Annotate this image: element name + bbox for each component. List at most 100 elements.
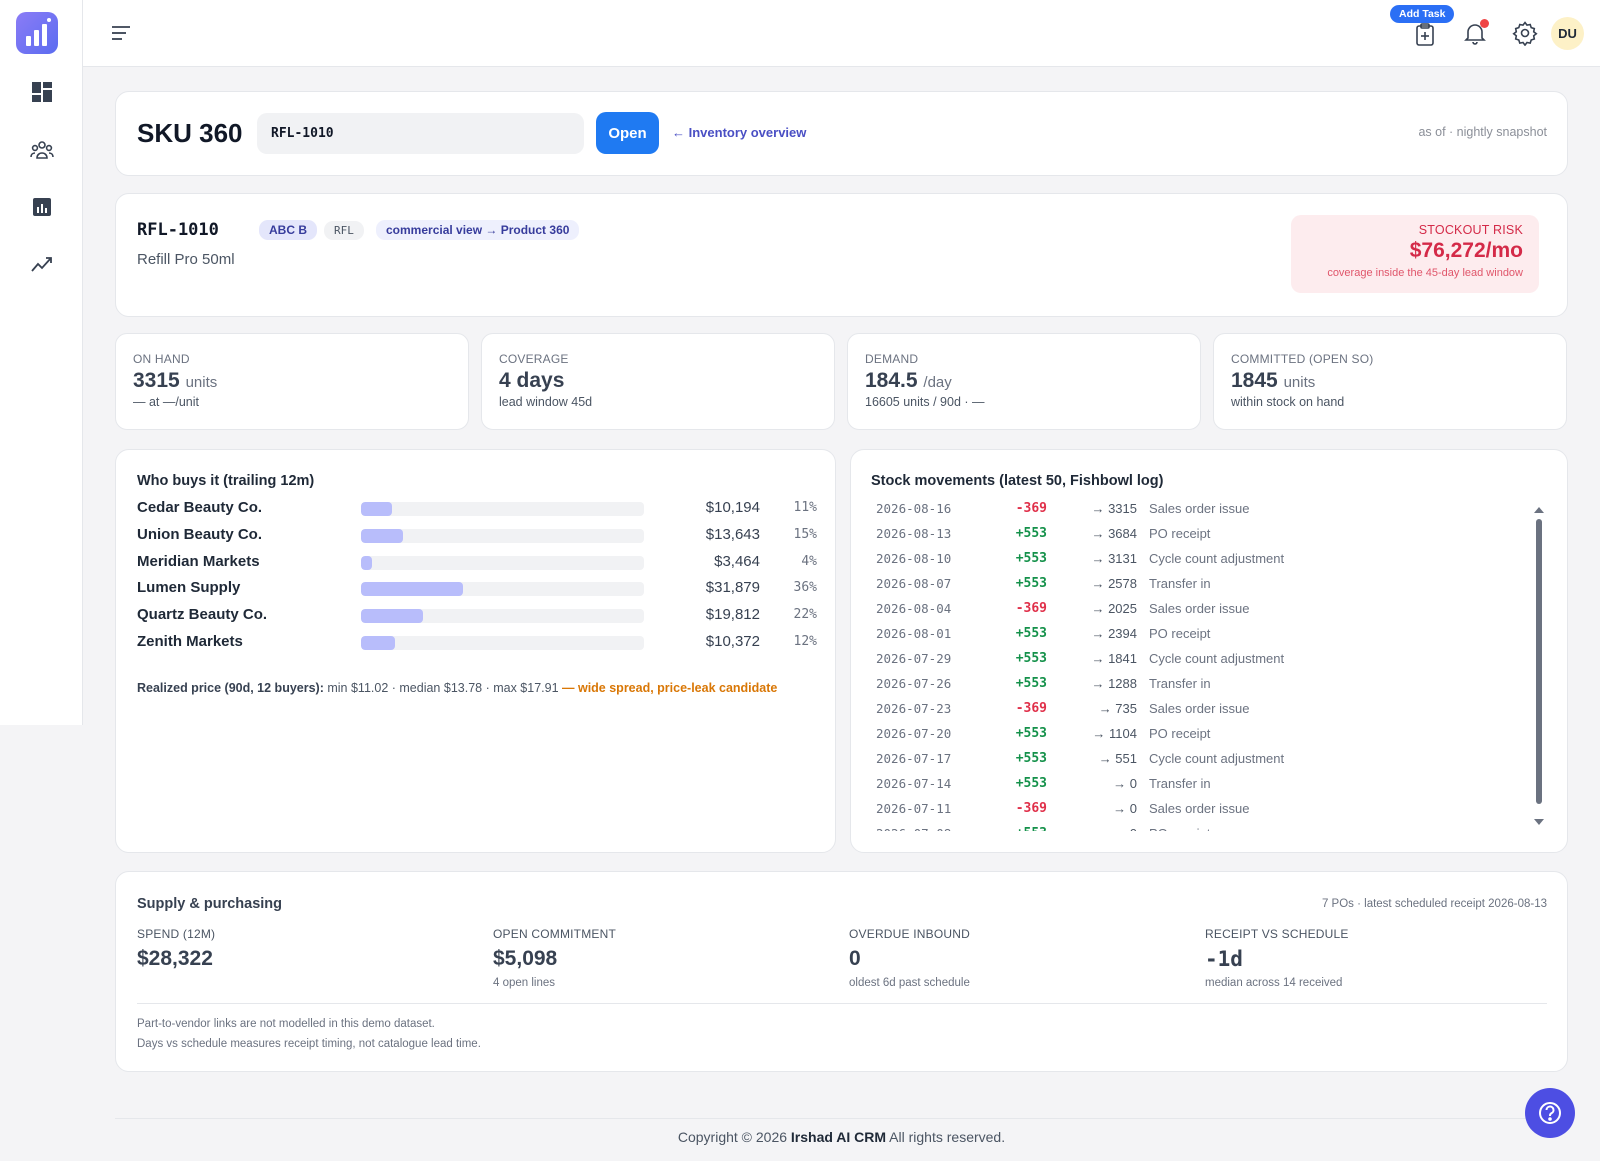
- movement-date: 2026-07-11: [876, 801, 952, 816]
- buyer-share-bar: [361, 636, 395, 650]
- movement-date: 2026-08-07: [876, 576, 952, 591]
- movement-date: 2026-07-14: [876, 776, 952, 791]
- movement-row: 2026-07-20 +553 → 1104 PO receipt: [871, 722, 1519, 747]
- kpi-value: 4 days: [499, 369, 565, 392]
- stockout-risk-note: coverage inside the 45-day lead window: [1327, 267, 1523, 279]
- buyer-share-track: [361, 502, 644, 516]
- buyer-share-track: [361, 582, 644, 597]
- buyer-share-track: [361, 636, 644, 650]
- movement-date: 2026-07-08: [876, 826, 951, 831]
- metric-label: OPEN COMMITMENT: [493, 927, 616, 941]
- movement-qty: +553: [1015, 526, 1047, 541]
- buyer-amount: $10,372: [705, 633, 760, 650]
- buyer-share-bar: [361, 502, 393, 516]
- app-logo[interactable]: [16, 12, 58, 54]
- kpi-value: 3315: [133, 369, 180, 392]
- kpi-label: COVERAGE: [499, 352, 569, 366]
- kpi-sub: — at —/unit: [133, 395, 199, 409]
- menu-icon[interactable]: [110, 22, 132, 44]
- add-task-badge[interactable]: Add Task: [1390, 5, 1455, 23]
- movement-type: Cycle count adjustment: [1149, 651, 1285, 666]
- movement-type: PO receipt: [1149, 826, 1210, 831]
- movement-row: 2026-07-11 -369 → 0 Sales order issue: [871, 797, 1519, 822]
- supply-summary: 7 POs · latest scheduled receipt 2026-08…: [1321, 898, 1547, 910]
- buyer-row[interactable]: Quartz Beauty Co. $19,812 22%: [137, 606, 817, 626]
- buyer-row[interactable]: Meridian Markets $3,464 4%: [137, 553, 817, 573]
- buyer-name: Cedar Beauty Co.: [137, 499, 263, 516]
- buyer-row[interactable]: Zenith Markets $10,372 12%: [137, 633, 817, 653]
- movement-qty: +553: [1015, 676, 1047, 691]
- stockout-risk-panel: STOCKOUT RISK $76,272/mo coverage inside…: [1291, 215, 1539, 293]
- movement-row: 2026-08-10 +553 → 3131 Cycle count adjustme…: [871, 547, 1519, 572]
- product-sku: RFL-1010: [137, 220, 219, 240]
- movement-row: 2026-07-08 +553 → 0 PO receipt: [871, 822, 1519, 831]
- kpi-sub: 16605 units / 90d · —: [865, 395, 985, 409]
- buyer-name: Zenith Markets: [137, 633, 243, 650]
- bar-chart-logo-icon: [26, 18, 51, 46]
- movement-type: Sales order issue: [1149, 801, 1250, 816]
- receipt-vs-schedule-metric: RECEIPT VS SCHEDULE -1d median across 14…: [1205, 927, 1535, 989]
- dashboard-icon[interactable]: [29, 79, 55, 105]
- reports-icon[interactable]: [29, 194, 55, 220]
- buyer-name: Meridian Markets: [137, 552, 260, 570]
- movement-type: Sales order issue: [1149, 601, 1250, 616]
- buyer-amount: $31,879: [705, 579, 760, 597]
- user-avatar[interactable]: DU: [1551, 17, 1584, 50]
- movement-qty: -369: [1015, 601, 1047, 616]
- movement-balance: → 3315: [1091, 501, 1137, 516]
- kpi-sub: lead window 45d: [499, 395, 593, 409]
- footer-brand: Irshad AI CRM: [790, 1129, 887, 1145]
- gear-icon[interactable]: [1512, 20, 1538, 46]
- product-name: Refill Pro 50ml: [137, 251, 235, 268]
- page-title: SKU 360: [137, 118, 243, 148]
- buyer-row[interactable]: Cedar Beauty Co. $10,194 11%: [137, 499, 817, 519]
- movements-scrollbar[interactable]: [1532, 505, 1546, 835]
- buyer-percent: 36%: [793, 580, 817, 596]
- kpi-value: 184.5: [865, 369, 918, 392]
- stockout-risk-value: $76,272/mo: [1409, 239, 1523, 262]
- buyer-share-track: [361, 555, 644, 570]
- movement-date: 2026-08-13: [876, 526, 952, 541]
- customers-icon[interactable]: [29, 137, 55, 163]
- clipboard-add-icon[interactable]: [1412, 22, 1438, 48]
- movement-balance: → 1841: [1091, 651, 1137, 666]
- movement-date: 2026-07-17: [876, 751, 952, 766]
- buyer-row[interactable]: Union Beauty Co. $13,643 15%: [137, 526, 817, 546]
- inventory-overview-link[interactable]: ← Inventory overview: [672, 125, 806, 140]
- movement-qty: +553: [1015, 776, 1047, 791]
- movement-balance: → 735: [1098, 701, 1137, 716]
- price-note-label: Realized price (90d, 12 buyers):: [137, 681, 324, 695]
- buyer-percent: 15%: [793, 526, 817, 542]
- movement-balance: → 551: [1098, 751, 1137, 766]
- movement-qty: +553: [1016, 826, 1047, 831]
- commercial-view-link[interactable]: commercial view → Product 360: [376, 220, 580, 240]
- notification-dot: [1480, 19, 1489, 28]
- movement-type: Transfer in: [1149, 676, 1211, 691]
- sku-input[interactable]: [257, 113, 584, 154]
- movement-row: 2026-08-16 -369 → 3315 Sales order issue: [871, 497, 1519, 522]
- buyer-row[interactable]: Lumen Supply $31,879 36%: [137, 579, 817, 599]
- abc-class-badge: ABC B: [259, 220, 317, 240]
- buyer-share-bar: [361, 609, 424, 624]
- open-button[interactable]: Open: [596, 112, 659, 154]
- trends-icon[interactable]: [29, 251, 55, 277]
- movements-list[interactable]: 2026-08-16 -369 → 3315 Sales order issue 202…: [871, 497, 1519, 831]
- supply-title: Supply & purchasing: [137, 896, 283, 912]
- topbar: Add Task DU: [83, 0, 1600, 67]
- kpi-label: COMMITTED (OPEN SO): [1231, 352, 1374, 366]
- buyer-amount: $13,643: [705, 525, 760, 543]
- buyer-name: Lumen Supply: [137, 579, 241, 597]
- movement-date: 2026-07-29: [876, 651, 952, 666]
- supply-purchasing-card: Supply & purchasing 7 POs · latest sched…: [115, 871, 1568, 1072]
- metric-value: $28,322: [137, 947, 213, 970]
- metric-label: SPEND (12M): [137, 927, 216, 941]
- stockout-risk-label: STOCKOUT RISK: [1418, 223, 1523, 237]
- product-card: RFL-1010 Refill Pro 50ml ABC B RFL comme…: [115, 193, 1568, 317]
- movement-row: 2026-07-29 +553 → 1841 Cycle count adjustme…: [871, 647, 1519, 672]
- help-button[interactable]: [1525, 1088, 1575, 1138]
- kpi-demand: DEMAND 184.5 /day 16605 units / 90d · —: [847, 333, 1201, 430]
- stock-movements-card: Stock movements (latest 50, Fishbowl log…: [850, 449, 1568, 853]
- buyer-percent: 11%: [793, 500, 817, 515]
- movement-type: Transfer in: [1149, 776, 1211, 791]
- movement-date: 2026-08-04: [876, 601, 952, 616]
